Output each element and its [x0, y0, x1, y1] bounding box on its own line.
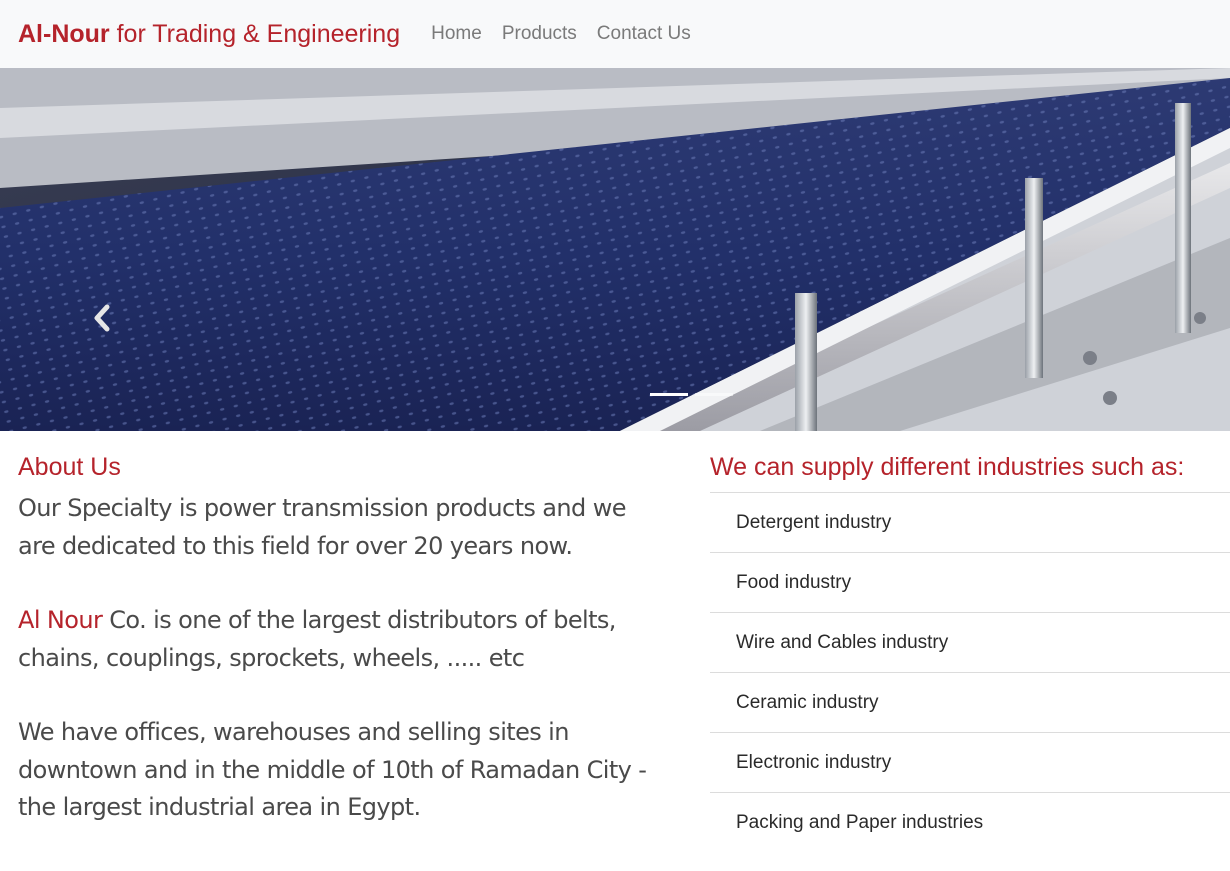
- about-paragraph-3: We have offices, warehouses and selling …: [18, 718, 647, 821]
- about-paragraph-2: Al Nour Co. is one of the largest distri…: [18, 602, 658, 677]
- carousel-prev-button[interactable]: [88, 298, 116, 338]
- navbar: Al-Nour for Trading & Engineering Home P…: [0, 0, 1230, 68]
- about-paragraph-2-text: Co. is one of the largest distributors o…: [18, 606, 616, 672]
- brand-name: Al-Nour: [18, 19, 110, 48]
- about-title: About Us: [18, 453, 121, 481]
- nav-products[interactable]: Products: [502, 23, 577, 45]
- list-item: Packing and Paper industries: [736, 812, 984, 833]
- conveyor-belt-image: [0, 68, 1230, 431]
- company-name-highlight: Al Nour: [18, 606, 103, 634]
- list-item: Wire and Cables industry: [710, 613, 1230, 673]
- industries-section: We can supply different industries such …: [710, 431, 1230, 853]
- hero-carousel: [0, 68, 1230, 431]
- carousel-indicator-2[interactable]: [695, 393, 733, 396]
- carousel-indicator-1[interactable]: [650, 393, 688, 396]
- brand-logo[interactable]: Al-Nour for Trading & Engineering: [18, 20, 400, 49]
- about-section: About Us Our Specialty is power transmis…: [18, 431, 658, 853]
- list-item: Detergent industry: [710, 493, 1230, 553]
- list-item: Food industry: [710, 553, 1230, 613]
- chevron-left-icon: [94, 304, 110, 332]
- main-content: About Us Our Specialty is power transmis…: [0, 431, 1230, 853]
- carousel-indicators: [650, 393, 733, 396]
- nav-home[interactable]: Home: [431, 23, 482, 45]
- about-paragraph-1: Our Specialty is power transmission prod…: [18, 494, 626, 560]
- industries-title: We can supply different industries such …: [710, 453, 1185, 481]
- nav-contact-us[interactable]: Contact Us: [597, 23, 691, 45]
- brand-tagline: for Trading & Engineering: [116, 19, 401, 48]
- list-item: Ceramic industry: [710, 673, 1230, 733]
- industries-list: Detergent industry Food industry Wire an…: [710, 492, 1230, 853]
- list-item: Electronic industry: [710, 733, 1230, 793]
